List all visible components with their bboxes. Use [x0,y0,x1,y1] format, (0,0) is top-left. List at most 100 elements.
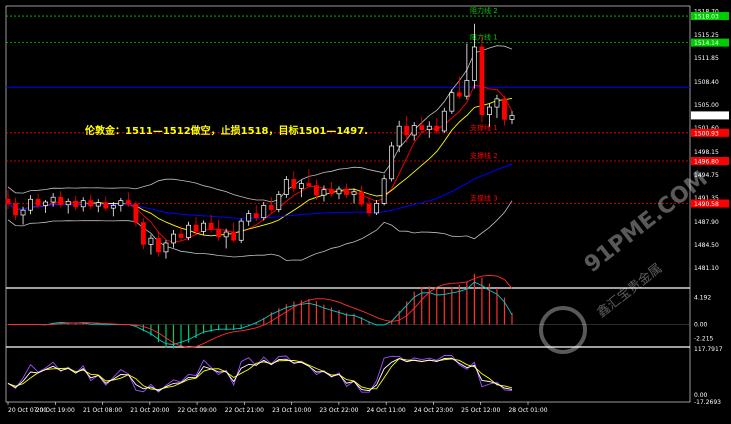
candle-body [298,183,304,189]
candle-body [434,125,440,132]
candle-body [502,98,507,120]
candle-body [283,179,289,195]
x-tick-label: 25 Oct 12:00 [461,407,500,414]
y-tick-label: 1484.50 [694,242,719,249]
stoch-y-tick-label: 117.7917 [694,346,723,353]
candle-body [359,191,364,205]
watermark-logo-icon [539,306,587,354]
candle-body [313,185,319,196]
candle-body [73,200,79,208]
level-label: 支撑线 1 [470,123,498,132]
x-tick-label: 23 Oct 22:00 [319,407,358,414]
price-badge-label: 1503.48 [694,113,719,120]
candle-body [148,237,154,245]
candle-body [494,98,500,108]
chart-canvas: 1518.701515.251511.851508.401505.001501.… [5,5,729,414]
candle-body [291,179,297,189]
candle-body [28,198,33,211]
x-tick-label: 24 Oct 11:00 [367,407,406,414]
candle-body [238,220,244,241]
x-tick-label: 21 Oct 08:00 [83,407,122,414]
candle-body [344,188,349,195]
candle-body [125,200,131,205]
candle-body [253,213,259,219]
candle-body [5,198,11,204]
candle-body [276,194,282,210]
candle-body [464,80,470,97]
candle-body [374,203,380,214]
price-badge-label: 1518.03 [694,14,719,21]
candle-body [261,205,267,219]
y-tick-label: 1487.90 [694,219,719,226]
candle-body [156,237,161,253]
osc-y-tick-label: -2.215 [694,336,714,343]
osc-y-tick-label: 0.00 [694,322,708,329]
candle-body [140,222,146,245]
candle-body [329,189,334,195]
x-tick-label: 22 Oct 21:00 [225,407,264,414]
trade-annotation: 伦敦金：1511—1512做空，止损1518，目标1501—1497. [85,126,368,137]
candle-body [216,228,222,238]
candle-body [487,106,492,115]
candle-body [208,222,214,230]
candle-body [426,125,432,130]
x-tick-label: 20 Oct 19:00 [36,407,75,414]
x-tick-label: 24 Oct 23:00 [414,407,453,414]
candle-body [133,203,139,223]
price-badge-label: 1500.93 [694,130,719,137]
price-badge-label: 1496.80 [694,159,719,166]
candle-body [381,178,387,204]
candle-body [58,196,64,206]
y-tick-label: 1511.85 [694,55,719,62]
candle-body [80,200,86,208]
chart-window: 1518.70 1515.25 1511.85 1508.40 1505.00 1501.… [0,0,731,424]
y-tick-label: 1508.40 [694,79,719,86]
candle-body [65,200,71,206]
price-badge-label: 1514.14 [694,40,719,47]
ma-fast-line [7,85,513,243]
candle-body [389,145,395,180]
candle-body [35,198,41,206]
level-label: 支撑线 3 [470,194,498,203]
x-tick-label: 21 Oct 20:00 [130,407,169,414]
candle-body [118,200,124,206]
level-label: 阻力线 2 [470,6,498,15]
candle-body [163,242,169,253]
candle-body [110,205,116,209]
stoch-y-tick-label: -17.2693 [694,399,721,406]
candle-body [201,222,207,232]
candle-body [509,115,515,120]
x-tick-label: 23 Oct 10:00 [272,407,311,414]
candle-body [246,213,252,222]
candle-body [223,231,229,238]
stoch-j-line [7,357,513,392]
candle-body [471,46,477,81]
y-tick-label: 1505.00 [694,102,719,109]
x-tick-label: 28 Oct 01:00 [508,407,547,414]
candle-body [419,125,425,130]
y-tick-label: 1498.15 [694,149,719,156]
x-tick-label: 22 Oct 09:00 [178,407,217,414]
candle-body [404,125,410,136]
candle-body [95,202,101,207]
candle-body [231,231,237,241]
level-label: 支撑线 2 [470,151,498,160]
candle-body [479,46,485,115]
candle-body [351,191,357,195]
osc-y-tick-label: 4.192 [694,295,711,302]
candle-body [13,203,18,216]
price-badge-label: 1490.58 [694,201,719,208]
candle-body [20,209,26,216]
candle-body [193,224,199,232]
candle-body [103,202,109,209]
candle-body [306,183,312,186]
candle-body [50,196,56,203]
candle-body [171,233,176,244]
candle-body [411,125,417,136]
candle-body [268,205,274,210]
y-tick-label: 1481.10 [694,265,719,272]
candle-body [321,189,327,196]
candle-body [449,92,455,112]
candle-body [396,125,402,147]
candle-body [456,92,462,97]
